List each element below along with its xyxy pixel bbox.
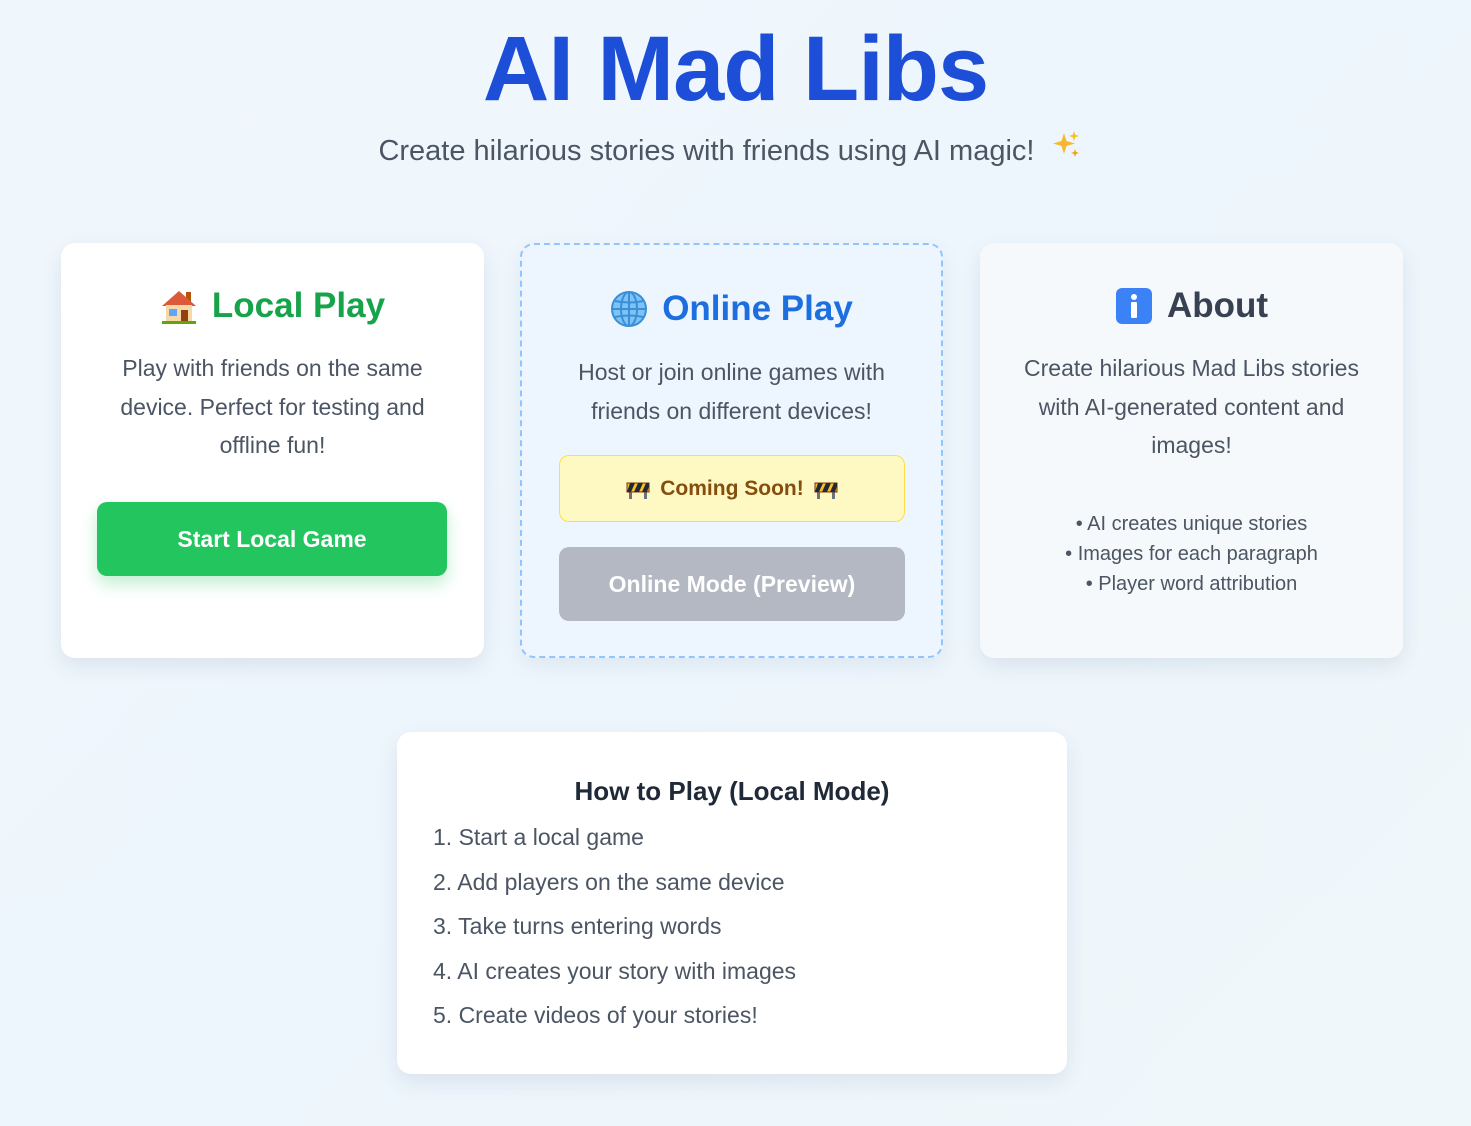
- page-subtitle: Create hilarious stories with friends us…: [0, 130, 1459, 171]
- online-play-title: Online Play: [662, 289, 853, 328]
- local-play-heading: Local Play: [61, 284, 484, 328]
- list-item: • AI creates unique stories: [1075, 512, 1308, 535]
- how-to-play-steps: 1. Start a local game 2. Add players on …: [433, 815, 1067, 1038]
- construction-barrier-icon: [626, 479, 650, 499]
- local-play-title: Local Play: [211, 286, 386, 325]
- about-feature-list: • AI creates unique stories • Images for…: [980, 509, 1403, 599]
- globe-icon: [610, 290, 648, 328]
- online-play-card: Online Play Host or join online games wi…: [520, 243, 943, 658]
- list-item: 3. Take turns entering words: [433, 913, 722, 939]
- house-icon: [160, 288, 198, 324]
- list-item: • Player word attribution: [1085, 572, 1298, 595]
- local-play-card: Local Play Play with friends on the same…: [61, 243, 484, 658]
- about-heading: About: [980, 284, 1403, 328]
- coming-soon-text: Coming Soon!: [660, 476, 804, 500]
- online-play-description: Host or join online games with friends o…: [578, 359, 885, 424]
- how-to-play-title: How to Play (Local Mode): [574, 776, 890, 806]
- start-local-game-button[interactable]: Start Local Game: [97, 502, 447, 576]
- construction-barrier-icon: [814, 479, 838, 499]
- sparkles-icon: [1051, 130, 1081, 171]
- list-item: 4. AI creates your story with images: [433, 957, 797, 984]
- list-item: • Images for each paragraph: [1065, 542, 1318, 565]
- about-card: About Create hilarious Mad Libs stories …: [980, 243, 1403, 658]
- list-item: 5. Create videos of your stories!: [433, 1002, 758, 1028]
- online-mode-preview-button[interactable]: Online Mode (Preview): [559, 547, 905, 621]
- coming-soon-notice: Coming Soon!: [559, 455, 905, 522]
- info-icon: [1115, 287, 1153, 325]
- about-description: Create hilarious Mad Libs stories with A…: [1024, 355, 1359, 458]
- list-item: 2. Add players on the same device: [433, 868, 785, 895]
- about-title: About: [1166, 286, 1269, 325]
- list-item: 1. Start a local game: [433, 824, 644, 850]
- online-play-heading: Online Play: [522, 287, 941, 331]
- how-to-play-panel: How to Play (Local Mode) 1. Start a loca…: [397, 732, 1067, 1074]
- local-play-description: Play with friends on the same device. Pe…: [120, 355, 425, 458]
- subtitle-text: Create hilarious stories with friends us…: [378, 135, 1035, 167]
- page-title: AI Mad Libs: [482, 18, 989, 120]
